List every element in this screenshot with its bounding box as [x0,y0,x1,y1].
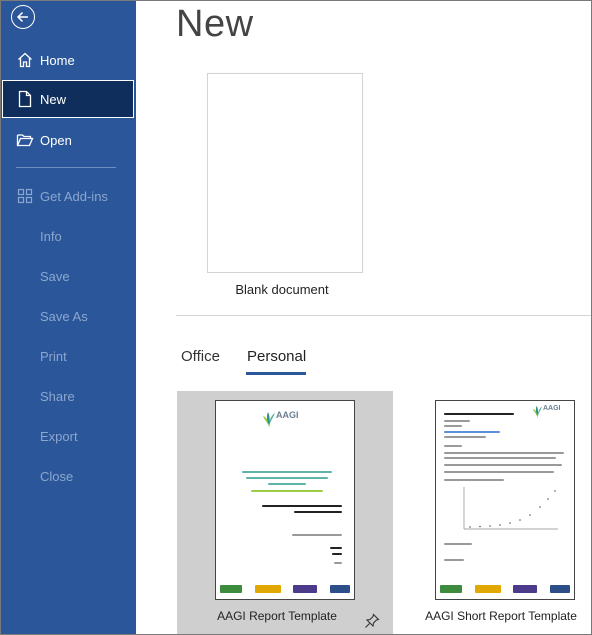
new-document-icon [15,89,35,109]
template-label: AAGI Short Report Template [425,609,577,623]
sidebar-item-label: Share [40,388,75,404]
template-thumbnail: AAGI [215,400,355,600]
back-arrow-icon [16,11,28,23]
backstage-main: New Blank document Office Personal AAGI [136,1,591,634]
aagi-logo-text: AAGI [543,405,561,412]
leaf-logo-icon [532,405,543,419]
template-tile-aagi-report[interactable]: AAGI AAGI Report Template [177,391,393,634]
aagi-logo: AAGI [532,405,561,419]
aagi-logo: AAGI [262,411,299,429]
sidebar-item-label: Save [40,268,70,284]
folder-open-icon [15,130,35,150]
page-title: New [176,3,254,45]
sidebar-item-share[interactable]: Share [1,376,136,416]
active-tab-indicator [246,372,306,375]
partner-logos [440,585,570,593]
sidebar-item-label: Save As [40,308,88,324]
backstage-sidebar: Home New Open Get Add-ins Info Save Save… [1,1,136,634]
partner-logos [220,585,350,593]
sidebar-item-label: Get Add-ins [40,188,108,204]
template-thumbnail: AAGI [435,400,575,600]
sidebar-item-label: Home [40,52,75,68]
sidebar-item-label: Export [40,428,78,444]
sidebar-item-label: Close [40,468,74,484]
sidebar-item-label: Print [40,348,67,364]
sidebar-item-save-as[interactable]: Save As [1,296,136,336]
add-ins-icon [15,186,35,206]
sidebar-item-print[interactable]: Print [1,336,136,376]
template-label: AAGI Report Template [217,609,337,623]
sidebar-item-get-add-ins[interactable]: Get Add-ins [1,176,136,216]
sidebar-item-open[interactable]: Open [1,120,136,160]
tab-personal[interactable]: Personal [247,348,306,365]
sidebar-item-info[interactable]: Info [1,216,136,256]
template-tile-aagi-short-report[interactable]: AAGI AAGI Short Report Template [417,391,585,634]
sidebar-divider [16,167,116,168]
section-divider [176,315,591,316]
back-button[interactable] [11,5,35,29]
tab-office[interactable]: Office [181,348,220,365]
blank-document-label: Blank document [235,282,329,297]
sidebar-item-save[interactable]: Save [1,256,136,296]
sidebar-item-label: New [40,91,67,107]
blank-document-tile[interactable] [207,73,363,273]
leaf-logo-icon [263,412,275,428]
sidebar-item-close[interactable]: Close [1,456,136,496]
home-icon [15,50,35,70]
sidebar-item-label: Info [40,228,62,244]
pin-icon[interactable] [364,613,380,629]
aagi-logo-text: AAGI [276,410,299,420]
sidebar-item-label: Open [40,132,72,148]
word-backstage-window: Home New Open Get Add-ins Info Save Save… [0,0,592,635]
sidebar-item-new[interactable]: New [2,80,134,118]
sidebar-item-export[interactable]: Export [1,416,136,456]
thumbnail-chart-graphic [463,487,558,530]
sidebar-item-home[interactable]: Home [1,40,136,80]
